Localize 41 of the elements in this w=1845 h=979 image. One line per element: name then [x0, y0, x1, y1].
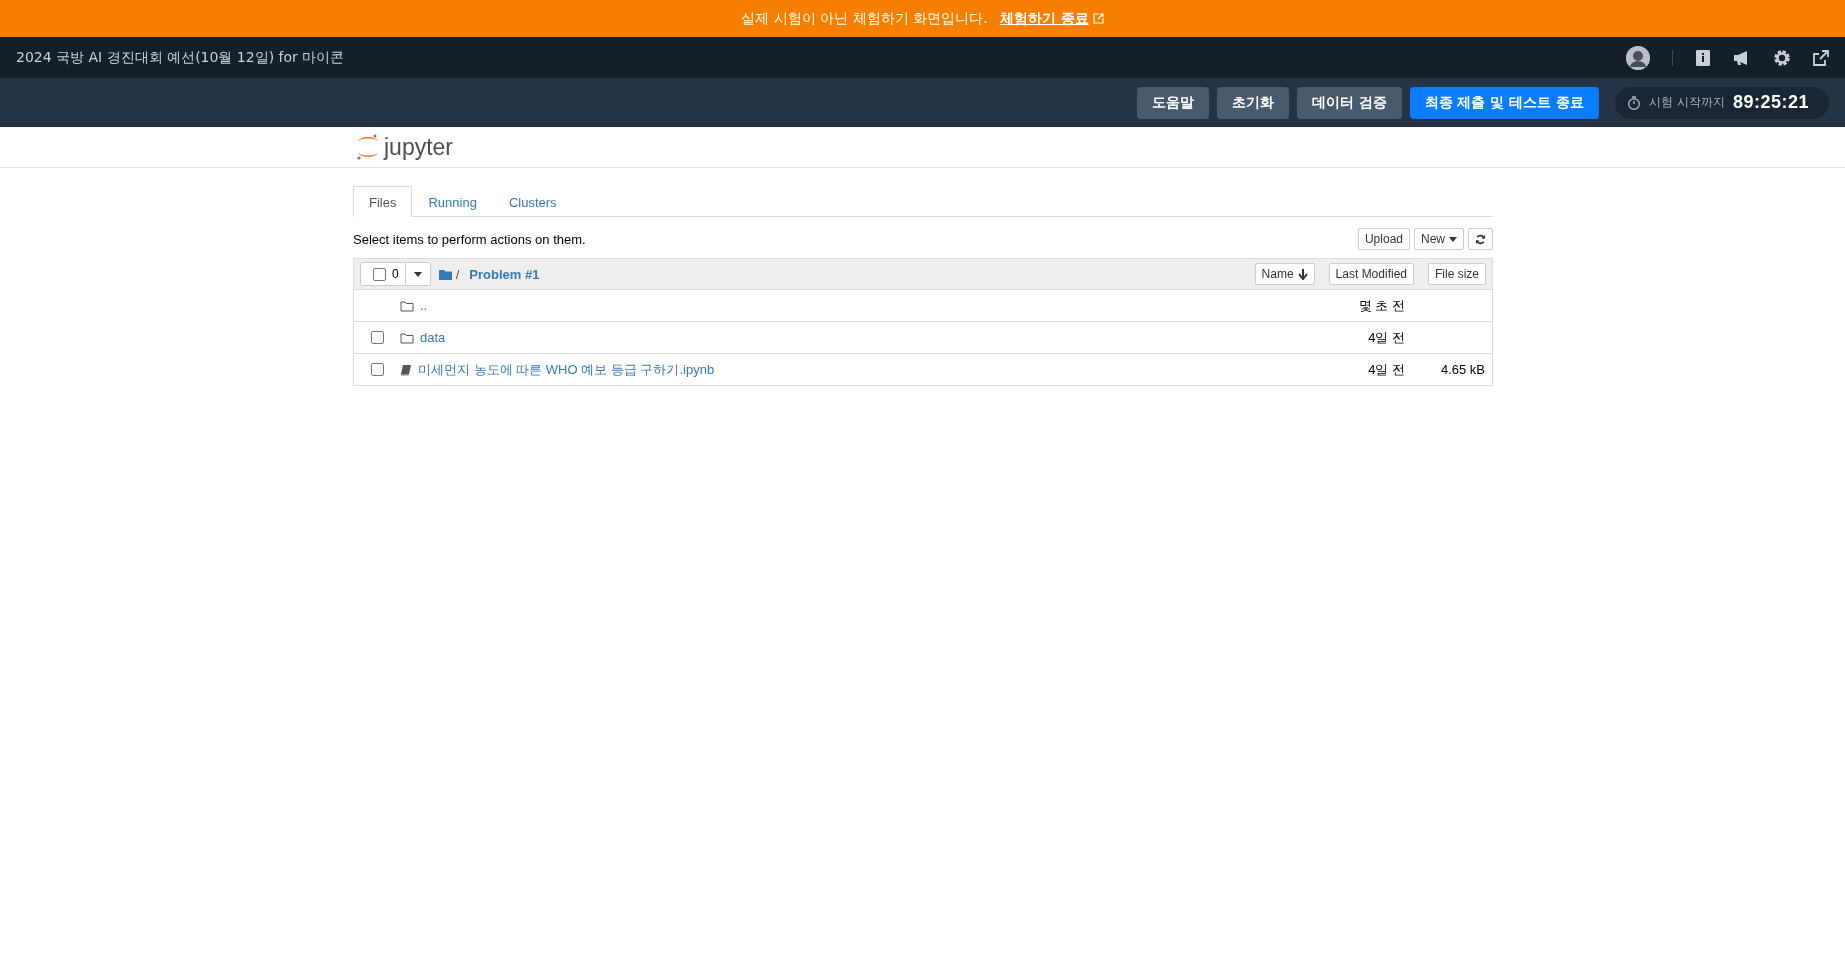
checkbox[interactable] — [370, 363, 384, 376]
modified-time: 몇 초 전 — [1357, 296, 1405, 315]
settings-icon[interactable] — [1773, 48, 1791, 67]
banner-message: 실제 시험이 아닌 체험하기 화면입니다. — [741, 9, 988, 28]
refresh-icon — [1475, 233, 1486, 245]
exit-icon — [1092, 13, 1104, 24]
path-separator: / — [455, 266, 460, 282]
jupyter-wordmark: jupyter — [384, 133, 454, 161]
countdown-label: 시험 시작까지 — [1649, 94, 1725, 111]
contest-title: 2024 국방 AI 경진대회 예선(10월 12일) for 마이콘 — [16, 48, 346, 67]
toolbar-button[interactable]: 도움말 — [1136, 86, 1209, 119]
file-size: 4.65 kB — [1440, 362, 1485, 377]
toolbar-button[interactable]: 데이터 검증 — [1296, 86, 1402, 119]
sort-button[interactable]: Name — [1254, 263, 1315, 285]
external-link-icon[interactable] — [1813, 49, 1829, 66]
file-link[interactable]: 미세먼지 농도에 따른 WHO 예보 등급 구하기.ipynb — [418, 360, 715, 379]
upload-button[interactable]: Upload — [1357, 228, 1410, 250]
folder-icon — [400, 331, 414, 344]
tab[interactable]: Clusters — [492, 186, 573, 217]
sort-button[interactable]: File size — [1428, 263, 1486, 285]
modified-time: 4일 전 — [1367, 328, 1405, 347]
toolbar-button[interactable]: 초기화 — [1216, 86, 1289, 119]
folder-icon — [400, 299, 414, 312]
caret-icon — [1449, 236, 1457, 242]
countdown-value: 89:25:21 — [1732, 92, 1809, 113]
new-button[interactable]: New — [1414, 228, 1464, 250]
checkbox[interactable] — [370, 331, 384, 344]
tab[interactable]: Files — [353, 186, 413, 217]
avatar-icon[interactable] — [1626, 45, 1650, 70]
stopwatch-icon — [1627, 95, 1642, 110]
tab[interactable]: Running — [412, 186, 493, 217]
file-link[interactable]: .. — [420, 298, 428, 313]
folder-icon[interactable] — [438, 268, 452, 280]
breadcrumb-link[interactable]: Problem #1 — [469, 266, 540, 282]
file-link[interactable]: data — [420, 330, 446, 345]
sort-button[interactable]: Last Modified — [1328, 263, 1414, 285]
down-arrow-icon — [1297, 268, 1308, 280]
modified-time: 4일 전 — [1367, 360, 1405, 379]
submit-button[interactable]: 최종 제출 및 테스트 종료 — [1409, 86, 1600, 119]
instruction-text: Select items to perform actions on them. — [353, 231, 587, 247]
refresh-button[interactable] — [1468, 228, 1493, 250]
